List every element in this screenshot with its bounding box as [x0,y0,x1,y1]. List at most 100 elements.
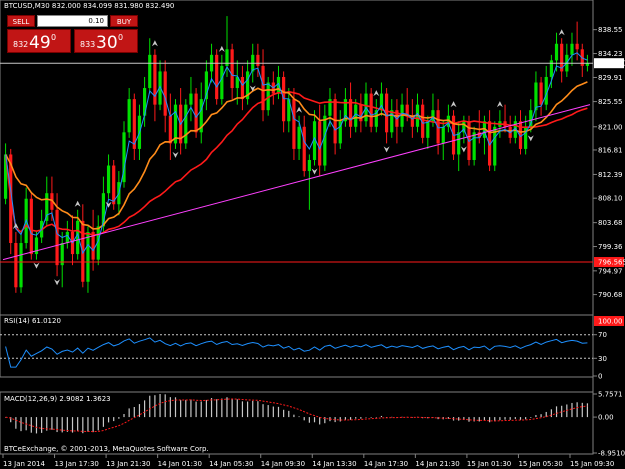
buy-price-sup: 0 [118,33,124,42]
candle-body [369,93,373,127]
candle-body [14,243,18,288]
macd-histogram-bar [488,417,491,423]
candle-body [539,82,543,105]
candle-body [112,165,116,205]
macd-histogram-bar [272,406,274,418]
macd-histogram-bar [313,417,316,423]
macd-histogram-bar [97,417,99,431]
time-tick-label: 14 Jan 01:30 [158,460,202,468]
buy-price-small: 833 [80,40,96,49]
candle-body [256,54,260,66]
macd-histogram-bar [159,394,161,418]
candle-body [457,132,461,155]
macd-histogram-bar [288,410,290,418]
fractal-up-arrow [74,200,81,207]
sell-price-sup: 0 [51,33,57,42]
macd-histogram-bar [82,417,84,434]
fractal-up-arrow [450,101,457,108]
candle-body [426,121,430,138]
rsi-line [5,337,588,368]
macd-histogram-bar [92,417,94,433]
candle-body [292,99,296,149]
macd-histogram-bar [262,404,264,418]
overlays-layer [0,52,593,263]
macd-histogram-bar [360,417,362,419]
buy-price-button[interactable]: 833 30 0 [74,29,138,53]
chart-window[interactable]: 838.55 834.23 829.91 825.55 821.00 816.81 812.… [0,0,625,469]
buy-button[interactable]: BUY [110,15,138,27]
macd-histogram-bar [468,417,470,422]
macd-histogram-bar [87,417,89,432]
time-tick-label: 14 Jan 05:30 [209,460,253,468]
fractal-up-arrow [218,45,225,52]
macd-histogram-bar [241,401,244,418]
macd-histogram-bar [20,417,22,432]
macd-histogram-bar [540,414,542,418]
candle-body [148,54,152,89]
time-tick-label: 15 Jan 09:30 [570,460,614,468]
macd-histogram-bar [257,401,259,418]
candle-body [127,99,131,133]
macd-histogram-bar [51,417,53,430]
candle-body [297,126,301,149]
sell-price-big: 49 [29,33,51,53]
macd-histogram-bar [138,404,141,418]
macd-histogram-bar [355,417,357,419]
candle-body [472,132,476,160]
macd-histogram-bar [375,417,377,418]
time-tick-label: 13 Jan 2014 [3,460,46,468]
rsi-title: RSI(14) 61.0120 [4,317,61,325]
candle-body [220,65,224,100]
macd-histogram-bar [169,397,171,418]
macd-histogram-bar [35,417,38,434]
candles-layer [3,16,590,293]
level-price-box-label: 796.565 [598,259,625,267]
sell-price-small: 832 [13,40,29,49]
macd-histogram-bar [164,394,166,418]
current-price-box-label: 832.490 [598,60,625,68]
candle-body [29,198,33,255]
macd-histogram-bar [190,399,192,418]
macd-histogram-bar [133,406,135,418]
candle-body [106,165,111,194]
fractal-down-arrow [311,168,318,175]
copyright-text: BTCeExchange, © 2001-2013, MetaQuotes So… [4,445,209,453]
macd-histogram-bar [195,401,197,418]
candle-body [261,65,265,111]
rsi-tick-label: 70 [598,331,607,339]
macd-histogram-bar [236,399,238,418]
macd-histogram-bar [71,417,74,433]
fractal-down-arrow [383,146,390,153]
candle-body [230,49,234,89]
macd-histogram-bar [530,417,532,418]
macd-histogram-bar [277,406,280,418]
fractal-down-arrow [527,135,534,142]
time-tick-label: 13 Jan 21:30 [106,460,150,468]
time-tick-label: 14 Jan 21:30 [415,460,459,468]
fractal-up-arrow [151,40,158,47]
macd-histogram-bar [298,416,300,418]
macd-histogram-bar [77,417,79,432]
macd-histogram-bar [154,395,156,418]
candle-body [168,115,172,144]
candle-body [534,82,538,111]
candle-body [215,54,219,100]
trend-line[interactable] [2,104,591,261]
time-tick-label: 15 Jan 01:30 [467,460,511,468]
symbol-header: BTCUSD,M30 832.000 834.099 831.980 832.4… [4,2,174,10]
price-tick-label: 799.36 [598,243,623,251]
sell-price-button[interactable]: 832 49 0 [7,29,71,53]
chart-canvas[interactable]: 838.55 834.23 829.91 825.55 821.00 816.81 812.… [0,0,625,469]
macd-histogram-bar [504,417,506,420]
macd-histogram-bar [525,417,527,420]
rsi-tick-label: 100.00 [598,318,623,326]
macd-histogram-bar [571,402,573,418]
sell-button[interactable]: SELL [7,15,35,27]
candle-body [302,126,306,172]
rsi-tick-label: 0 [598,373,602,381]
lot-size-input[interactable] [37,15,108,27]
price-tick-label: 834.23 [598,50,623,58]
candle-body [240,76,245,100]
time-tick-label: 15 Jan 05:30 [518,460,562,468]
macd-histogram-bar [128,408,130,418]
